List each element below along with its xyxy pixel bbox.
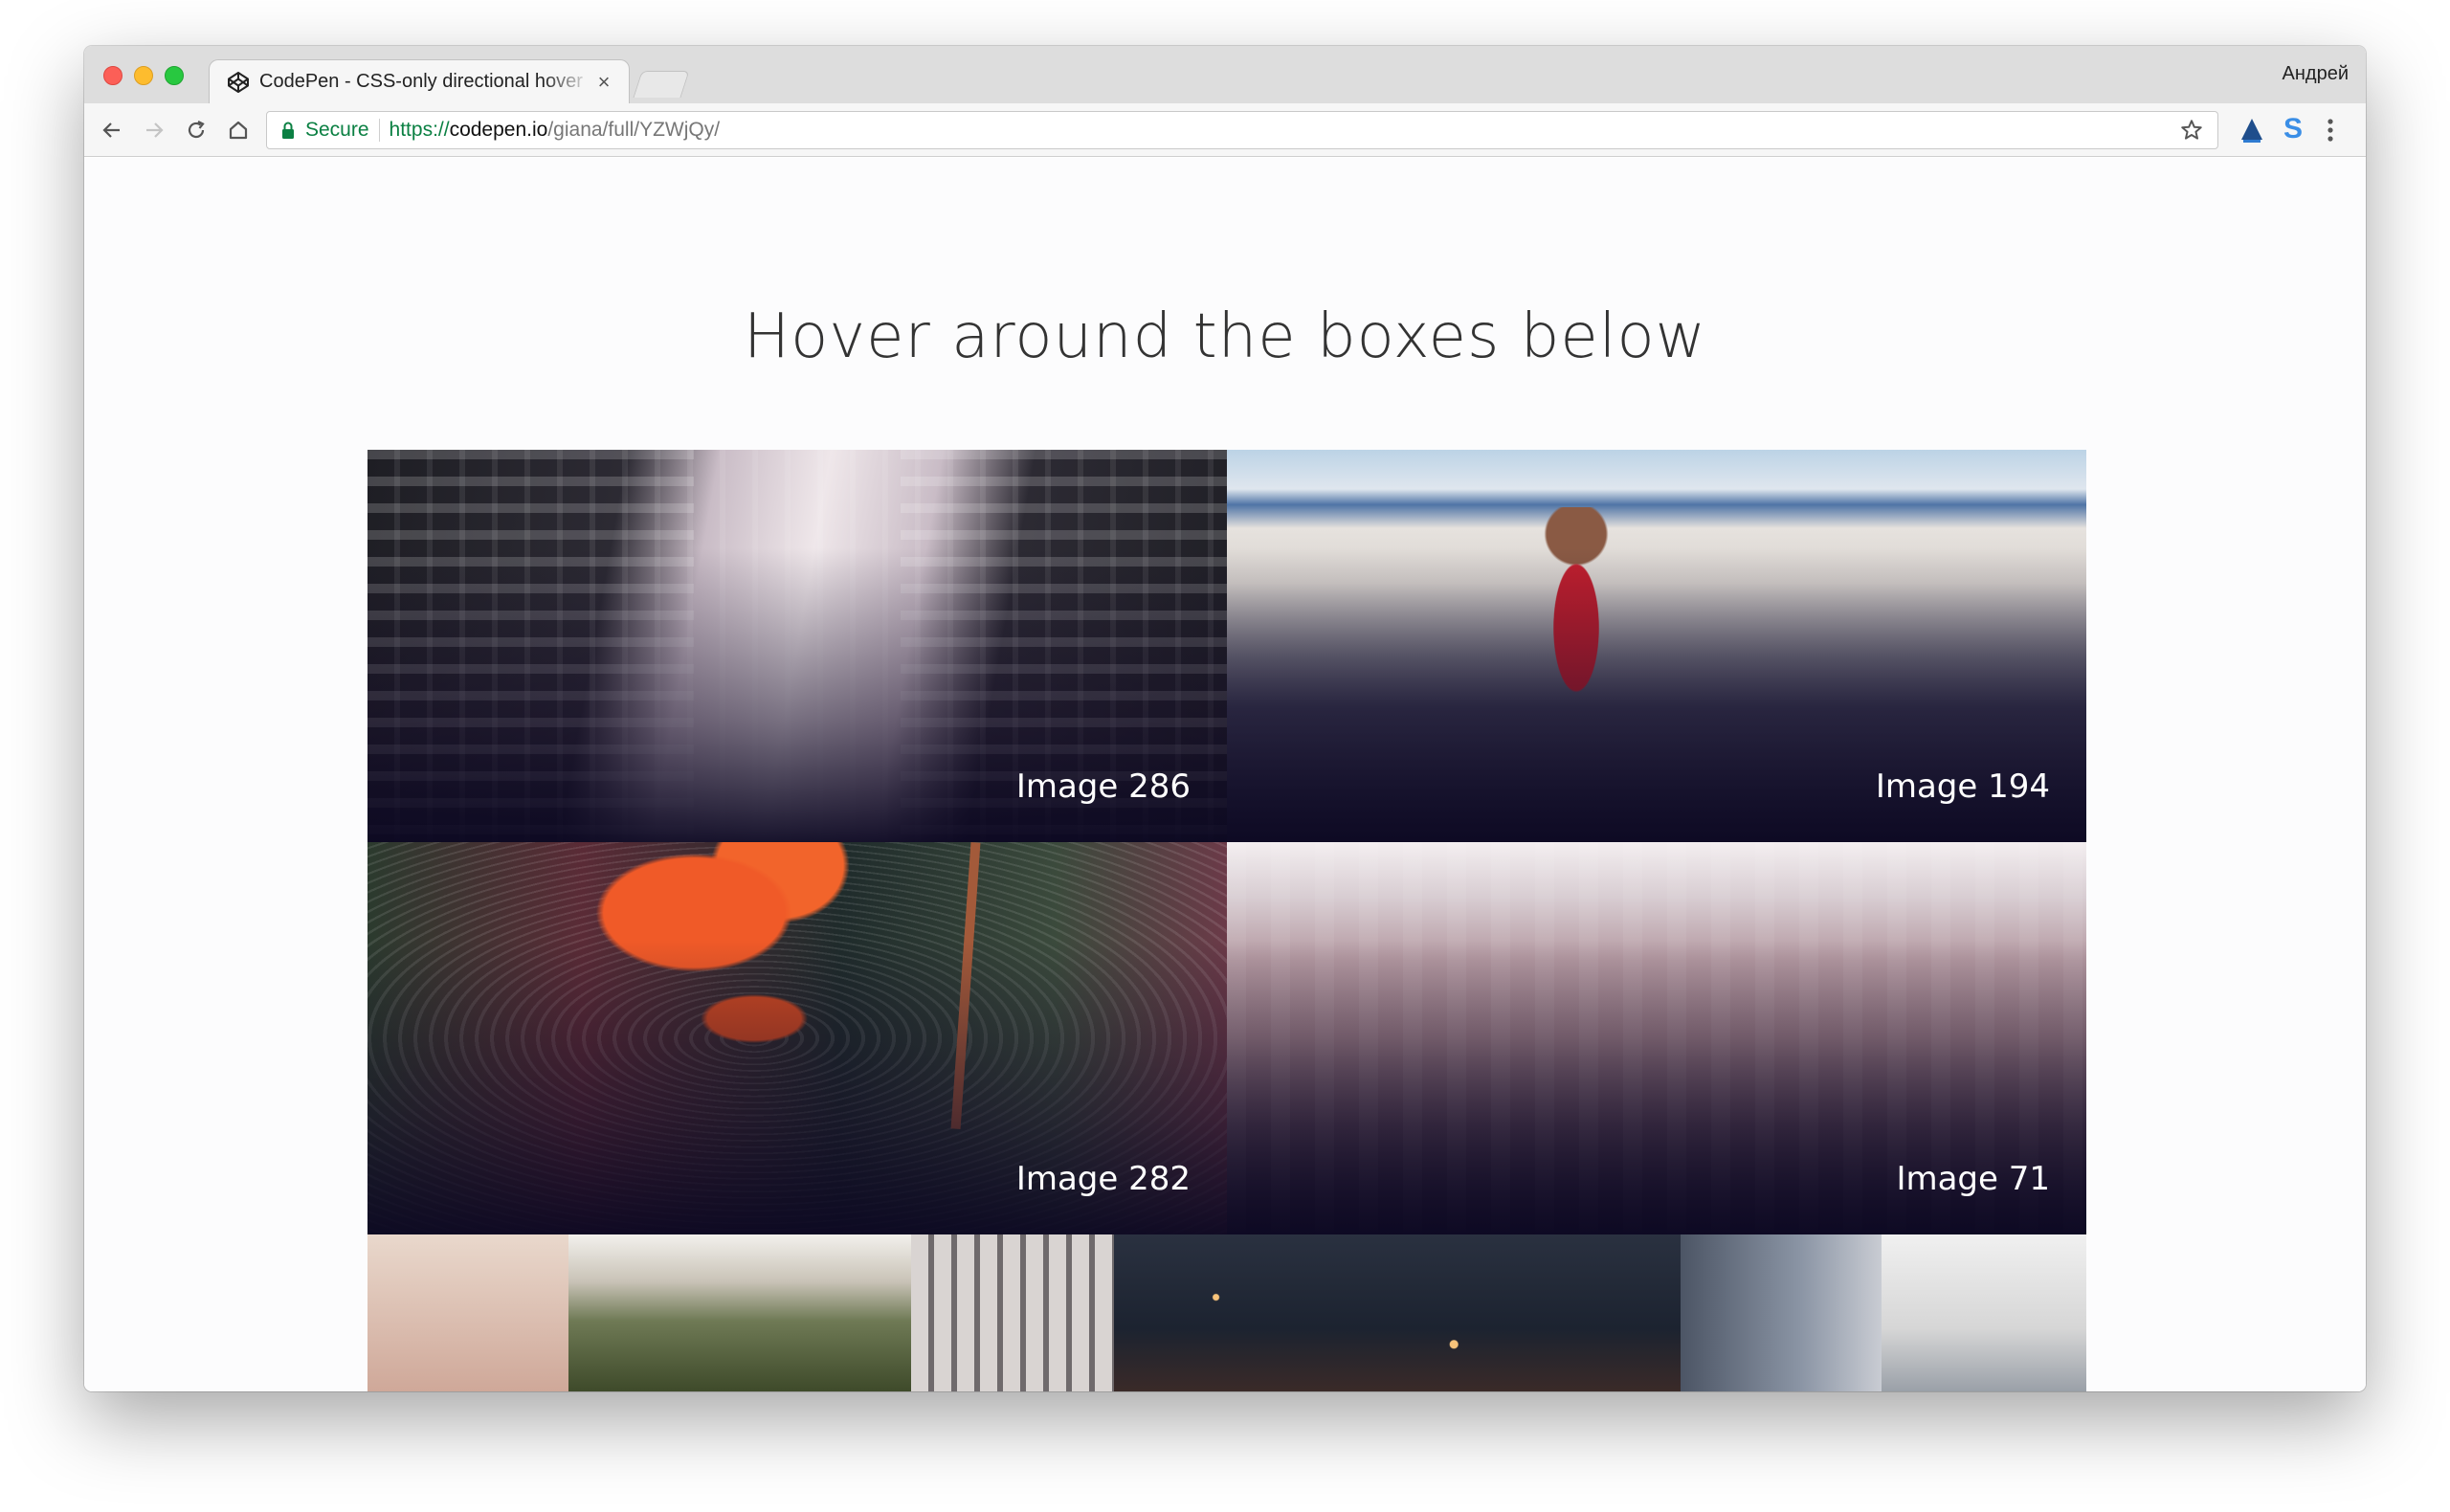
forward-arrow-icon (146, 122, 164, 138)
new-tab-button[interactable] (633, 71, 690, 98)
image-label: Image 286 (1015, 767, 1191, 806)
extension-s-icon[interactable]: S (2283, 113, 2303, 145)
thumbnail-strip (368, 1234, 2086, 1391)
close-window-button[interactable] (103, 66, 122, 85)
thumbnail-image[interactable] (1882, 1234, 2086, 1391)
reload-button[interactable] (182, 116, 211, 145)
image-box-3[interactable]: Image 282 (368, 842, 1227, 1234)
thumbnail-image[interactable] (368, 1234, 568, 1391)
image-label: Image 282 (1015, 1160, 1191, 1198)
codepen-logo-icon (228, 71, 249, 93)
image-label: Image 71 (1896, 1160, 2050, 1198)
thumbnail-image[interactable] (1681, 1234, 1882, 1391)
extension-triangle-icon[interactable] (2239, 117, 2264, 144)
tab-close-icon[interactable]: × (592, 70, 615, 95)
more-menu-icon[interactable] (2326, 117, 2335, 144)
home-button[interactable] (224, 116, 253, 145)
reload-icon (188, 121, 205, 139)
thumbnail-image[interactable] (568, 1234, 911, 1391)
profile-name[interactable]: Андрей (2283, 63, 2349, 85)
image-label: Image 194 (1875, 767, 2050, 806)
forward-button[interactable] (140, 116, 168, 145)
image-box-1[interactable]: Image 286 (368, 450, 1227, 842)
address-bar[interactable]: Secure https:// codepen.io /giana/full/Y… (266, 111, 2218, 149)
page-heading: Hover around the boxes below (744, 301, 1706, 372)
tab-strip: CodePen - CSS-only directional hover × А… (84, 46, 2366, 103)
tab-codepen[interactable]: CodePen - CSS-only directional hover × (209, 59, 630, 103)
back-button[interactable] (98, 116, 126, 145)
image-box-2[interactable]: Image 194 (1227, 450, 2086, 842)
browser-toolbar: Secure https:// codepen.io /giana/full/Y… (84, 103, 2366, 157)
back-arrow-icon (102, 122, 120, 138)
lock-icon (282, 122, 294, 139)
url-path: /giana/full/YZWjQy/ (547, 119, 721, 141)
url-host: codepen.io (449, 119, 548, 141)
page-viewport: Hover around the boxes below Image 286 I… (84, 158, 2366, 1391)
minimize-window-button[interactable] (134, 66, 153, 85)
bookmark-star-icon[interactable] (2179, 118, 2204, 143)
url-scheme: https:// (389, 119, 450, 141)
omnibox-divider (378, 119, 380, 142)
browser-window: CodePen - CSS-only directional hover × А… (84, 46, 2366, 1391)
thumbnail-image[interactable] (1114, 1234, 1681, 1391)
home-icon (229, 121, 248, 140)
zoom-window-button[interactable] (165, 66, 184, 85)
image-box-4[interactable]: Image 71 (1227, 842, 2086, 1234)
thumbnail-image[interactable] (911, 1234, 1114, 1391)
tab-title: CodePen - CSS-only directional hover (259, 71, 583, 92)
secure-label: Secure (305, 119, 369, 141)
